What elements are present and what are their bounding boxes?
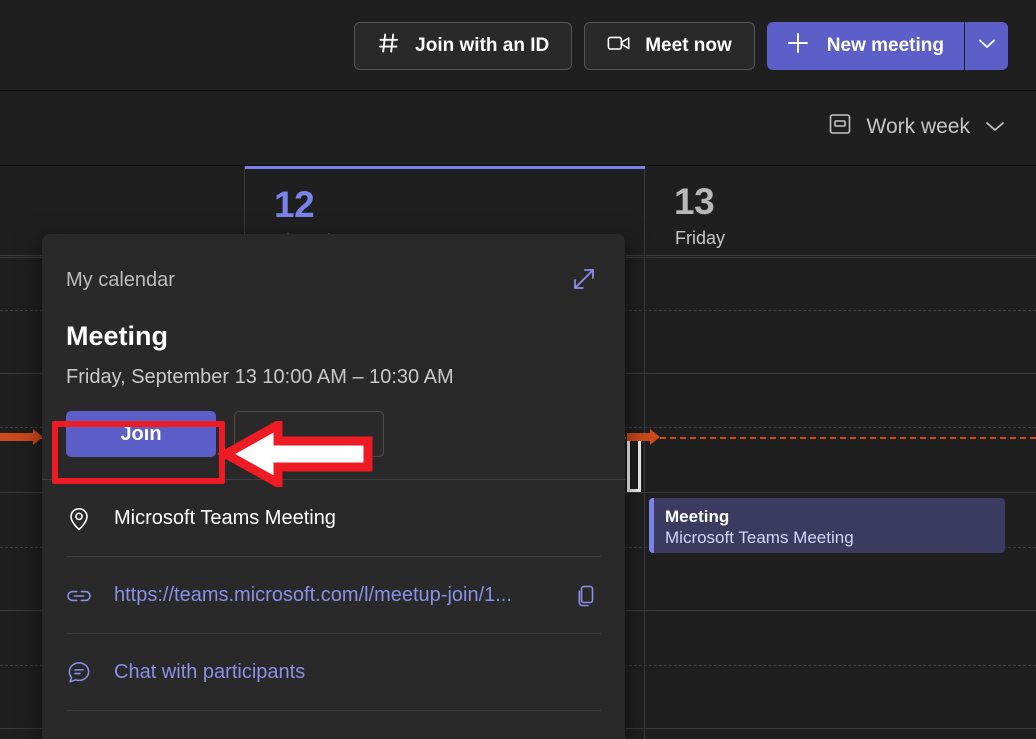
top-command-bar-actions: Join with an ID Meet now (354, 22, 1008, 70)
meeting-details-popup: My calendar Meeting Friday, September 13… (42, 234, 625, 739)
top-command-bar: Join with an ID Meet now (0, 0, 1036, 91)
selected-time-slot[interactable] (627, 433, 641, 492)
row-divider (66, 710, 601, 711)
expand-diagonal-icon[interactable] (569, 264, 599, 294)
link-icon (66, 583, 92, 609)
popup-calendar-source: My calendar (66, 268, 601, 292)
chevron-down-icon (977, 37, 997, 55)
popup-header: My calendar Meeting Friday, September 13… (42, 234, 625, 389)
meet-now-label: Meet now (645, 35, 732, 57)
popup-link-row: https://teams.microsoft.com/l/meetup-joi… (42, 557, 625, 634)
view-mode-selector[interactable]: Work week (819, 105, 1014, 149)
popup-location-row: Microsoft Teams Meeting (42, 480, 625, 557)
copy-icon[interactable] (571, 581, 601, 611)
current-time-marker-left (0, 433, 34, 441)
current-time-marker-thursday (627, 433, 651, 441)
popup-meeting-link[interactable]: https://teams.microsoft.com/l/meetup-joi… (114, 584, 512, 607)
popup-location-text: Microsoft Teams Meeting (114, 507, 336, 530)
new-meeting-dropdown-button[interactable] (964, 22, 1008, 70)
calendar-event-title: Meeting (665, 506, 995, 527)
hash-icon (377, 31, 401, 61)
new-meeting-button-group: New meeting (767, 22, 1008, 70)
day-name: Friday (675, 228, 725, 249)
new-meeting-label: New meeting (827, 35, 944, 57)
day-number: 12 (274, 184, 314, 226)
teams-calendar-app: Join with an ID Meet now (0, 0, 1036, 739)
popup-chat-row[interactable]: Chat with participants (42, 634, 625, 711)
day-number: 13 (674, 181, 714, 223)
new-meeting-button[interactable]: New meeting (767, 22, 964, 70)
rsvp-button[interactable] (234, 411, 384, 457)
calendar-view-bar: Work week (0, 91, 1036, 166)
calendar-view-icon (827, 111, 853, 143)
popup-meeting-title: Meeting (66, 320, 601, 352)
popup-chat-text[interactable]: Chat with participants (114, 661, 305, 684)
chevron-down-icon (984, 115, 1006, 139)
join-with-id-label: Join with an ID (415, 35, 549, 57)
view-mode-label: Work week (867, 115, 970, 139)
chat-bubble-icon (66, 660, 92, 686)
join-button[interactable]: Join (66, 411, 216, 457)
popup-meeting-time: Friday, September 13 10:00 AM – 10:30 AM (66, 365, 601, 389)
calendar-event-subtitle: Microsoft Teams Meeting (665, 527, 995, 548)
popup-action-row: Join (42, 411, 625, 479)
location-pin-icon (66, 506, 92, 532)
video-camera-icon (607, 32, 631, 60)
plus-icon (785, 30, 811, 62)
calendar-event-meeting[interactable]: Meeting Microsoft Teams Meeting (649, 498, 1005, 553)
day-header-friday[interactable]: 13 Friday (645, 166, 1036, 258)
join-with-id-button[interactable]: Join with an ID (354, 22, 572, 70)
meet-now-button[interactable]: Meet now (584, 22, 755, 70)
